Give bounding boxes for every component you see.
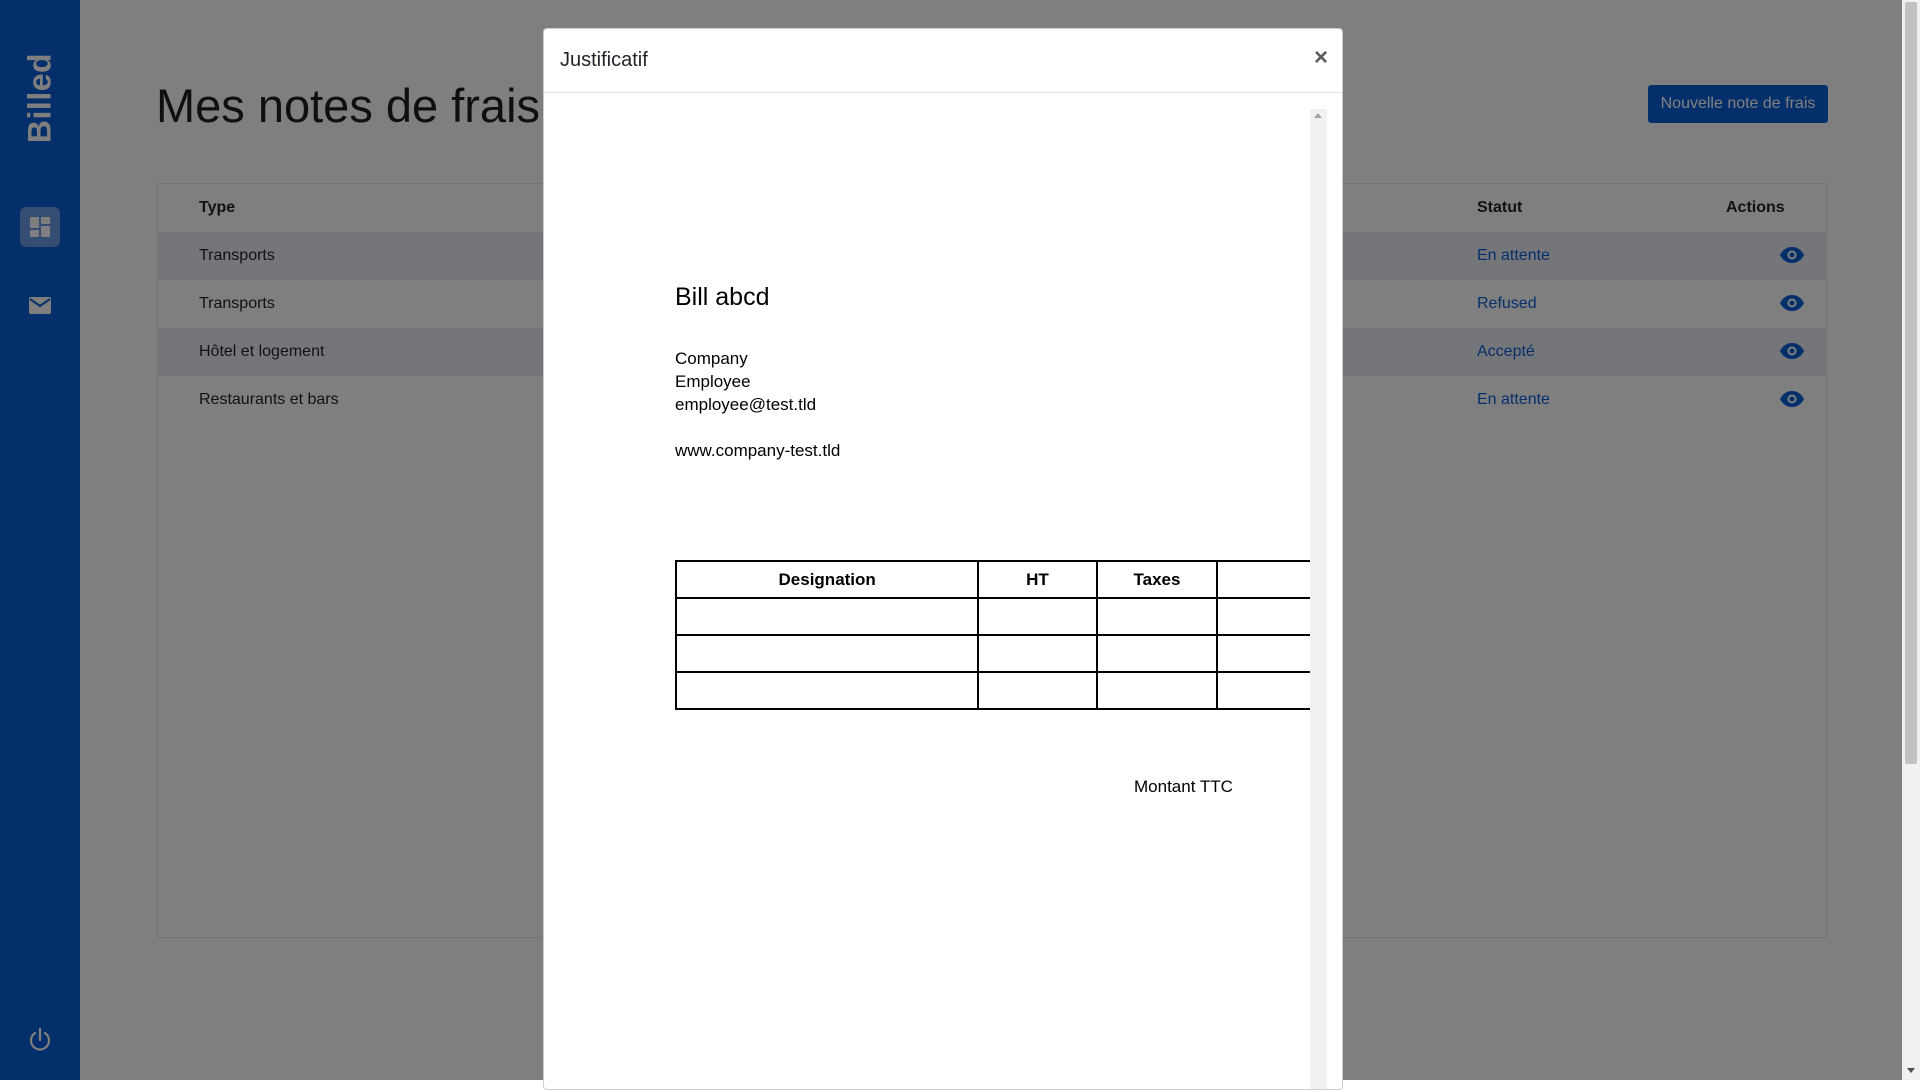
doc-header-designation: Designation bbox=[676, 561, 978, 598]
close-icon[interactable]: × bbox=[1309, 44, 1333, 72]
document-email: employee@test.tld bbox=[675, 395, 816, 415]
page-scrollbar[interactable] bbox=[1902, 0, 1920, 1080]
page-scrollbar-thumb[interactable] bbox=[1905, 2, 1917, 764]
modal-header: Justificatif × bbox=[544, 29, 1342, 93]
doc-row bbox=[676, 598, 1326, 635]
document-website: www.company-test.tld bbox=[675, 441, 840, 461]
doc-header-ht: HT bbox=[978, 561, 1096, 598]
document-total-label: Montant TTC bbox=[1134, 777, 1233, 797]
receipt-modal: Justificatif × Bill abcd Company Employe… bbox=[543, 28, 1343, 1090]
document-table: Designation HT Taxes bbox=[675, 560, 1327, 710]
scroll-up-icon[interactable] bbox=[1314, 113, 1322, 118]
scroll-down-icon[interactable] bbox=[1907, 1068, 1915, 1073]
doc-row bbox=[676, 672, 1326, 709]
document-viewer[interactable]: Bill abcd Company Employee employee@test… bbox=[544, 109, 1327, 1089]
document-company: Company bbox=[675, 349, 748, 369]
doc-row bbox=[676, 635, 1326, 672]
document-scrollbar[interactable] bbox=[1310, 109, 1327, 1089]
document-employee: Employee bbox=[675, 372, 751, 392]
document-title: Bill abcd bbox=[675, 283, 770, 312]
modal-title: Justificatif bbox=[560, 49, 648, 72]
doc-header-taxes: Taxes bbox=[1097, 561, 1218, 598]
